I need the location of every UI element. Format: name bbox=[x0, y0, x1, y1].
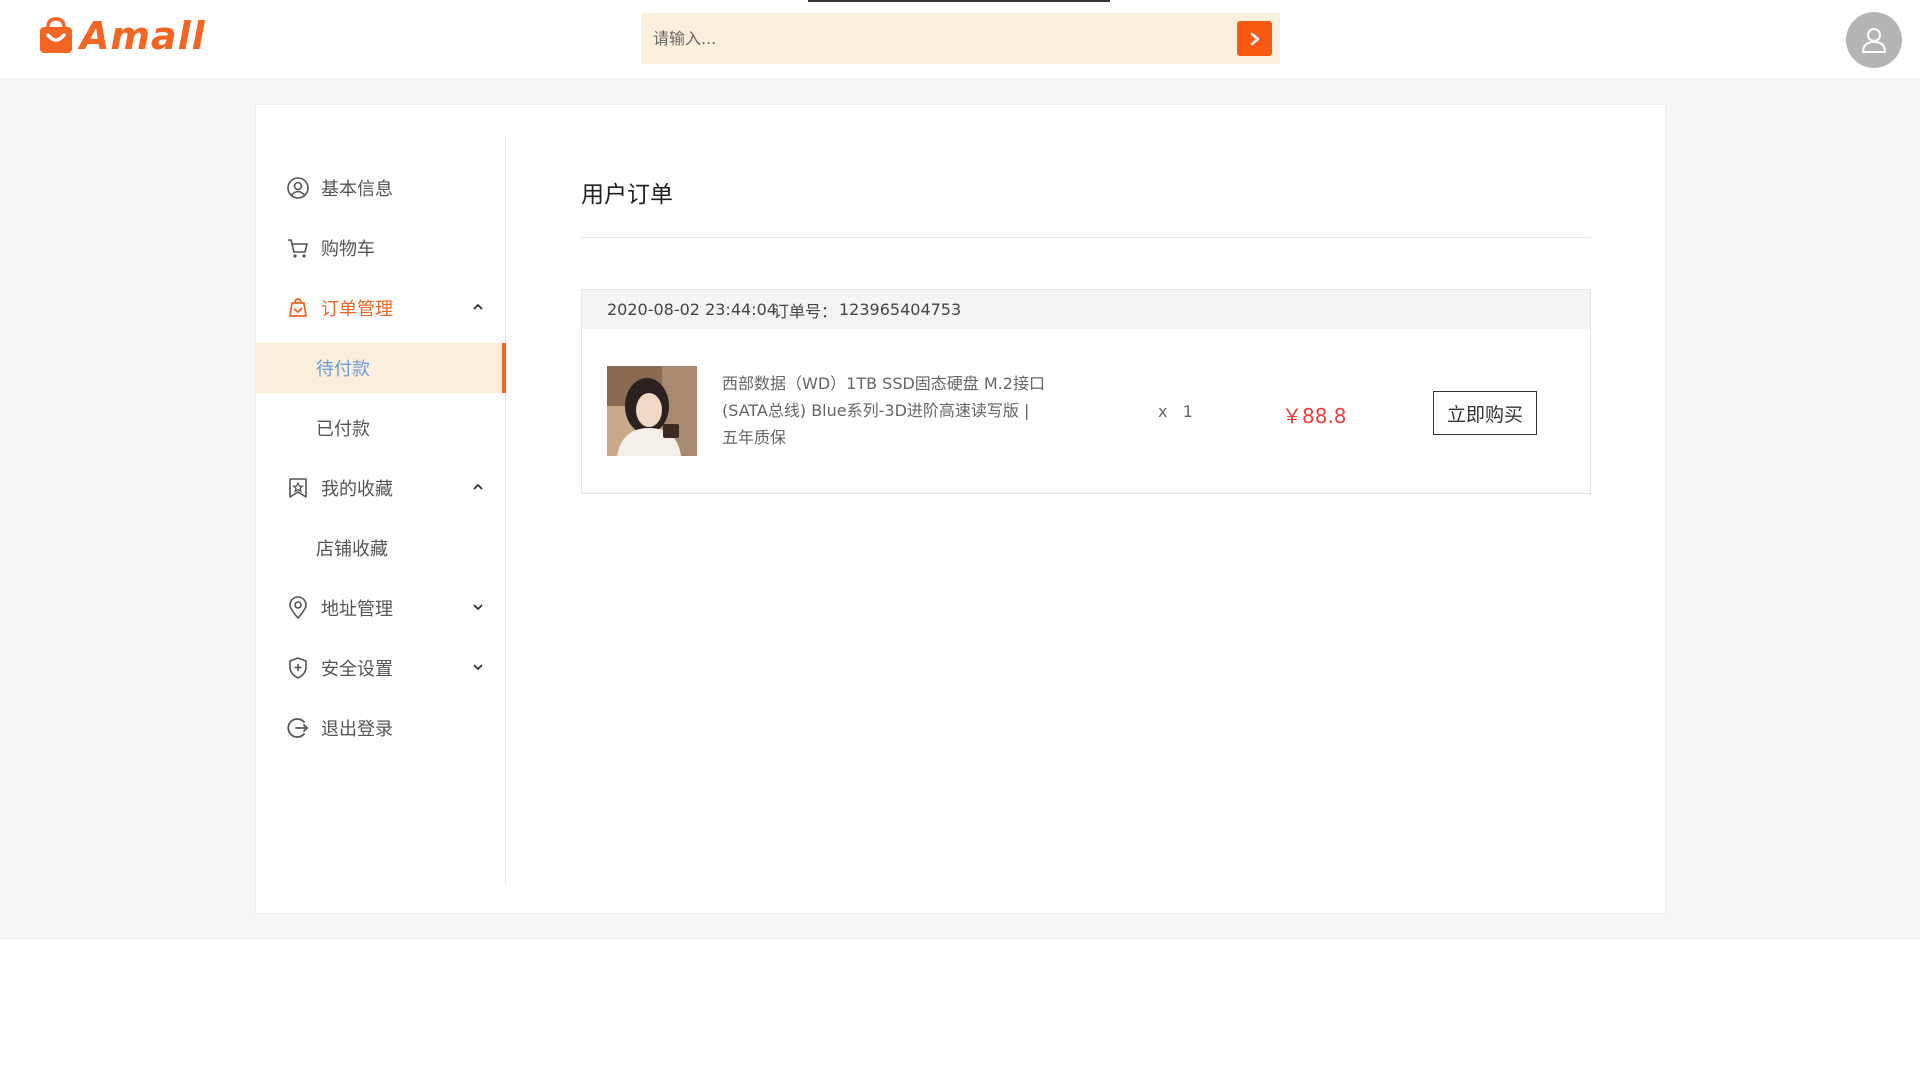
chevron-up-icon[interactable] bbox=[471, 480, 485, 494]
logo-text: Amall bbox=[80, 14, 206, 58]
product-name[interactable]: 西部数据（WD）1TB SSD固态硬盘 M.2接口 (SATA总线) Blue系… bbox=[722, 370, 1067, 451]
order-quantity: x 1 bbox=[1158, 402, 1193, 421]
account-panel: 基本信息 购物车 订单管理 待付款 已付款 我的收藏 店铺收藏 地址管理 安全设… bbox=[255, 104, 1666, 914]
sidebar-item-basic-info[interactable]: 基本信息 bbox=[256, 163, 506, 213]
product-image[interactable] bbox=[607, 366, 697, 456]
sidebar-item-label: 基本信息 bbox=[321, 179, 393, 200]
cart-icon bbox=[288, 239, 308, 258]
sidebar-item-label: 地址管理 bbox=[321, 599, 393, 620]
sidebar-subitem-label: 已付款 bbox=[316, 419, 370, 440]
sidebar-subitem-shop-favorites[interactable]: 店铺收藏 bbox=[256, 523, 506, 573]
user-icon bbox=[1861, 28, 1887, 53]
order-number: 123965404753 bbox=[839, 300, 962, 319]
sidebar-subitem-label: 店铺收藏 bbox=[316, 539, 388, 560]
buy-now-button[interactable]: 立即购买 bbox=[1433, 391, 1537, 435]
sidebar-item-label: 购物车 bbox=[321, 239, 375, 260]
order-number-label: 订单号： bbox=[773, 301, 838, 321]
favorite-icon bbox=[289, 478, 307, 498]
sidebar-item-security[interactable]: 安全设置 bbox=[256, 643, 506, 693]
sidebar-item-label: 安全设置 bbox=[321, 659, 393, 680]
header: Amall bbox=[0, 0, 1920, 78]
shield-icon bbox=[289, 657, 307, 679]
location-icon bbox=[289, 596, 307, 620]
sidebar-item-cart[interactable]: 购物车 bbox=[256, 223, 506, 273]
product-photo bbox=[607, 366, 697, 456]
sidebar-subitem-pending-payment[interactable]: 待付款 bbox=[256, 343, 506, 393]
sidebar-item-label: 退出登录 bbox=[321, 719, 393, 740]
sidebar: 基本信息 购物车 订单管理 待付款 已付款 我的收藏 店铺收藏 地址管理 安全设… bbox=[256, 135, 506, 885]
order-header: 2020-08-02 23:44:04 订单号： 123965404753 bbox=[582, 290, 1590, 329]
logo[interactable]: Amall bbox=[38, 14, 206, 58]
product-name-line: (SATA总线) Blue系列-3D进阶高速读写版 | bbox=[722, 401, 1030, 420]
chevron-right-icon bbox=[1250, 32, 1259, 45]
sidebar-item-label: 我的收藏 bbox=[321, 479, 393, 500]
page-title: 用户订单 bbox=[581, 182, 673, 208]
search-input[interactable] bbox=[653, 13, 1223, 64]
title-divider bbox=[581, 237, 1591, 238]
product-name-line: 五年质保 bbox=[722, 428, 787, 447]
sidebar-item-address[interactable]: 地址管理 bbox=[256, 583, 506, 633]
user-circle-icon bbox=[287, 177, 309, 199]
sidebar-subitem-label: 待付款 bbox=[316, 359, 370, 380]
user-avatar[interactable] bbox=[1846, 12, 1902, 68]
sidebar-item-orders[interactable]: 订单管理 bbox=[256, 283, 506, 333]
chevron-down-icon[interactable] bbox=[471, 600, 485, 614]
order-date: 2020-08-02 23:44:04 bbox=[607, 300, 777, 319]
product-name-line: 西部数据（WD）1TB SSD固态硬盘 M.2接口 bbox=[722, 374, 1045, 393]
search-bar bbox=[641, 13, 1280, 64]
logout-icon bbox=[287, 718, 309, 738]
order-card: 2020-08-02 23:44:04 订单号： 123965404753 西部… bbox=[581, 289, 1591, 494]
order-icon bbox=[289, 298, 307, 317]
sidebar-item-label: 订单管理 bbox=[321, 299, 393, 320]
chevron-up-icon[interactable] bbox=[471, 300, 485, 314]
search-button[interactable] bbox=[1237, 21, 1272, 56]
sidebar-item-logout[interactable]: 退出登录 bbox=[256, 703, 506, 753]
bag-logo-icon bbox=[40, 17, 72, 53]
chevron-down-icon[interactable] bbox=[471, 660, 485, 674]
sidebar-subitem-paid[interactable]: 已付款 bbox=[256, 403, 506, 453]
sidebar-item-favorites[interactable]: 我的收藏 bbox=[256, 463, 506, 513]
order-price: ￥88.8 bbox=[1282, 404, 1347, 428]
header-top-line bbox=[808, 0, 1110, 2]
